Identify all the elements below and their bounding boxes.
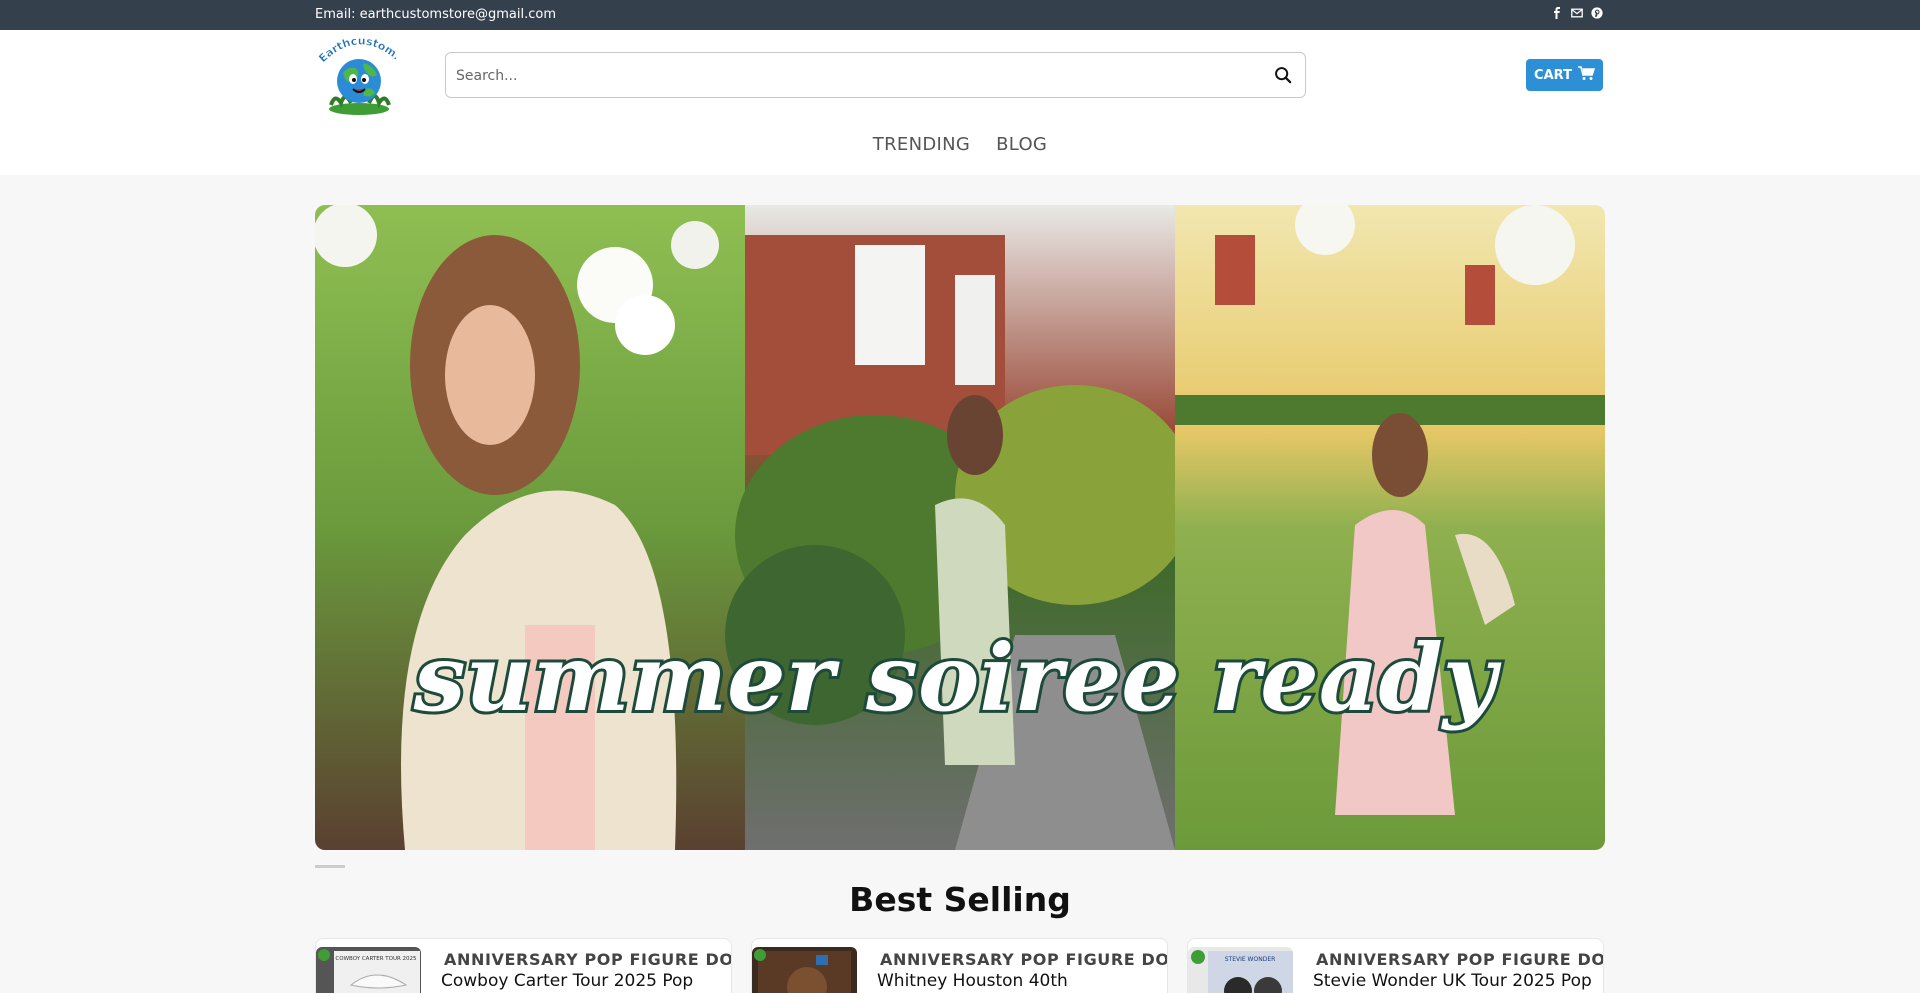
cart-label: CART [1534, 67, 1572, 83]
search-input[interactable] [456, 63, 1236, 89]
search-icon[interactable] [1271, 63, 1295, 87]
hero-image: summer soiree ready [315, 205, 1605, 850]
product-card[interactable]: COWBOY CARTER TOUR 2025 ANNIVERSARY POP … [315, 938, 732, 993]
product-thumbnail[interactable] [752, 947, 857, 993]
product-name[interactable]: Whitney Houston 40th [877, 971, 1068, 991]
product-thumbnail[interactable]: COWBOY CARTER TOUR 2025 [316, 947, 421, 993]
main-nav: TRENDING BLOG [0, 134, 1920, 155]
product-card[interactable]: ANNIVERSARY POP FIGURE DOLL Whitney Hous… [751, 938, 1168, 993]
product-category: ANNIVERSARY POP FIGURE DOLL [880, 950, 1168, 969]
hero-headline: summer soiree ready [413, 624, 1502, 732]
product-name[interactable]: Stevie Wonder UK Tour 2025 Pop [1313, 971, 1592, 991]
site-logo[interactable]: Earthcustom.com [311, 23, 403, 117]
product-thumbnail[interactable]: STEVIE WONDER [1188, 947, 1293, 993]
facebook-icon[interactable] [1550, 6, 1564, 20]
envelope-icon[interactable] [1570, 6, 1584, 20]
cart-button[interactable]: CART [1526, 59, 1603, 91]
product-card[interactable]: STEVIE WONDER ANNIVERSARY POP FIGURE DOL… [1187, 938, 1604, 993]
top-bar: Email: earthcustomstore@gmail.com [0, 0, 1920, 30]
product-category: ANNIVERSARY POP FIGURE DOLL [444, 950, 732, 969]
thumb-label: STEVIE WONDER [1225, 956, 1276, 963]
slider-indicator[interactable] [315, 865, 345, 868]
pinterest-icon[interactable] [1590, 6, 1604, 20]
nav-item-blog[interactable]: BLOG [996, 134, 1047, 155]
thumb-label: COWBOY CARTER TOUR 2025 [335, 956, 417, 962]
product-category: ANNIVERSARY POP FIGURE DOLL [1316, 950, 1604, 969]
social-links [1550, 6, 1604, 20]
product-name[interactable]: Cowboy Carter Tour 2025 Pop [441, 971, 693, 991]
contact-email[interactable]: Email: earthcustomstore@gmail.com [315, 7, 556, 22]
nav-item-trending[interactable]: TRENDING [873, 134, 970, 155]
section-title-best-selling: Best Selling [849, 880, 1071, 919]
cart-icon [1577, 65, 1596, 85]
hero-banner[interactable]: summer soiree ready [315, 205, 1605, 850]
search-bar [445, 52, 1306, 98]
site-header: Earthcustom.com CART TRENDING BLOG [0, 23, 1920, 175]
